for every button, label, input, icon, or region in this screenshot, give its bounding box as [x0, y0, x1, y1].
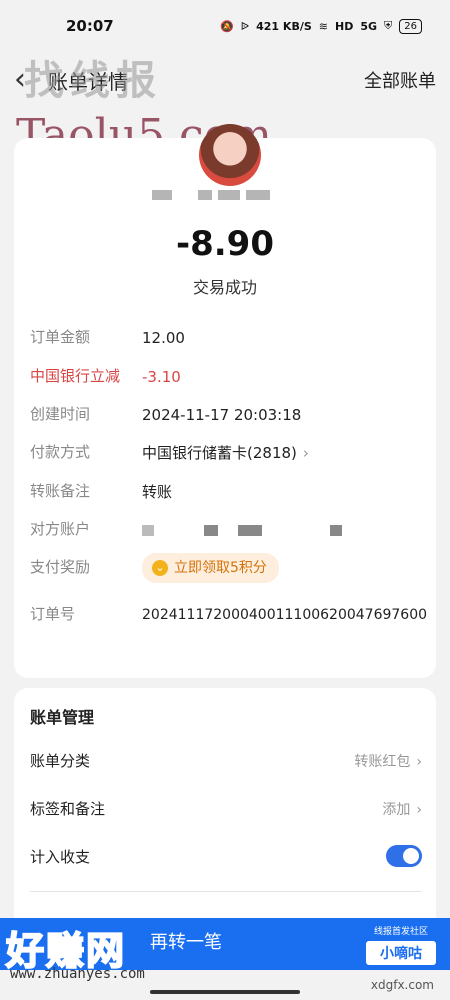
include-stats-row: 计入收支 — [30, 845, 422, 867]
payee-name-blurred — [152, 190, 270, 200]
hd-icon: HD — [334, 19, 354, 33]
badge-caption: 线报首发社区 — [373, 927, 428, 937]
watermark-site: xdgfx.com — [370, 978, 434, 992]
status-icons: 🔕 ᐉ 421 KB/S ≋ HD 5G ⛨ 26 — [219, 18, 422, 34]
row-value-group: 转账红包 › — [354, 751, 422, 771]
chevron-right-icon: › — [416, 753, 422, 770]
transaction-status: 交易成功 — [192, 278, 257, 297]
payment-method-value[interactable]: 中国银行储蓄卡(2818) › — [142, 441, 432, 465]
detail-label: 付款方式 — [30, 443, 91, 461]
row-value: 转账红包 — [354, 753, 411, 770]
mute-icon: 🔕 — [219, 19, 234, 33]
section-title: 账单管理 — [30, 708, 95, 727]
avatar — [199, 124, 261, 186]
bluetooth-icon: ᐉ — [240, 19, 250, 33]
page-title: 账单详情 — [48, 69, 128, 94]
badge-label: 小嘀咕 — [366, 941, 436, 965]
shield-icon: ⛨ — [384, 19, 393, 32]
back-arrow-icon[interactable]: ‹ — [14, 65, 48, 95]
home-indicator[interactable] — [150, 990, 300, 994]
detail-value: 转账 — [142, 483, 173, 501]
tags-notes-row[interactable]: 标签和备注 添加 › — [30, 798, 422, 819]
claim-points-button[interactable]: ⌄ 立即领取5积分 — [142, 553, 279, 583]
all-bills-link[interactable]: 全部账单 — [364, 67, 436, 93]
nav-bar: ‹ 账单详情 全部账单 — [0, 52, 450, 108]
nav-left: ‹ 账单详情 — [14, 65, 128, 95]
category-row[interactable]: 账单分类 转账红包 › — [30, 750, 422, 771]
chevron-right-icon: › — [302, 444, 309, 462]
reward-value: ⌄ 立即领取5积分 — [142, 553, 432, 583]
detail-value: 20241117200040011100620047697600 — [142, 607, 428, 623]
watermark-url: www.zhuanyes.com — [10, 966, 145, 982]
claim-points-label: 立即领取5积分 — [174, 560, 267, 576]
detail-label: 订单金额 — [30, 328, 91, 346]
network-speed: 421 KB/S — [256, 19, 312, 33]
bill-management-card: 账单管理 账单分类 转账红包 › 标签和备注 添加 › 计入收支 — [14, 688, 436, 948]
detail-label: 创建时间 — [30, 405, 91, 423]
chevron-right-icon: › — [416, 801, 422, 818]
community-badge: 线报首发社区 小嘀咕 — [366, 924, 436, 965]
row-label: 标签和备注 — [30, 800, 106, 818]
detail-label: 对方账户 — [30, 520, 91, 538]
status-time: 20:07 — [66, 17, 114, 35]
wifi-icon: ≋ — [318, 19, 328, 33]
detail-label: 中国银行立减 — [30, 367, 121, 385]
transaction-card: -8.90 交易成功 订单金额 12.00 中国银行立减 -3.10 创建时间 … — [14, 124, 436, 678]
detail-label: 订单号 — [30, 605, 76, 623]
row-value: 添加 — [382, 801, 411, 818]
status-bar: 20:07 🔕 ᐉ 421 KB/S ≋ HD 5G ⛨ 26 — [0, 0, 450, 52]
row-value-group: 添加 › — [382, 799, 422, 819]
row-label: 账单分类 — [30, 752, 91, 770]
transfer-again-button[interactable]: 再转一笔 — [150, 928, 222, 954]
counterparty-blurred — [142, 518, 432, 542]
battery-icon: 26 — [399, 18, 422, 34]
row-label: 计入收支 — [30, 847, 91, 866]
coin-icon: ⌄ — [152, 560, 168, 576]
detail-value: 12.00 — [142, 329, 185, 347]
detail-label: 转账备注 — [30, 482, 91, 500]
detail-value: 中国银行储蓄卡(2818) — [142, 444, 297, 462]
detail-label: 支付奖励 — [30, 558, 91, 576]
detail-value: 2024-11-17 20:03:18 — [142, 406, 302, 424]
transaction-amount: -8.90 — [176, 224, 274, 264]
signal-icon: 5G — [360, 19, 378, 33]
divider — [30, 891, 422, 892]
include-stats-toggle[interactable] — [386, 845, 422, 867]
detail-value: -3.10 — [142, 368, 181, 386]
